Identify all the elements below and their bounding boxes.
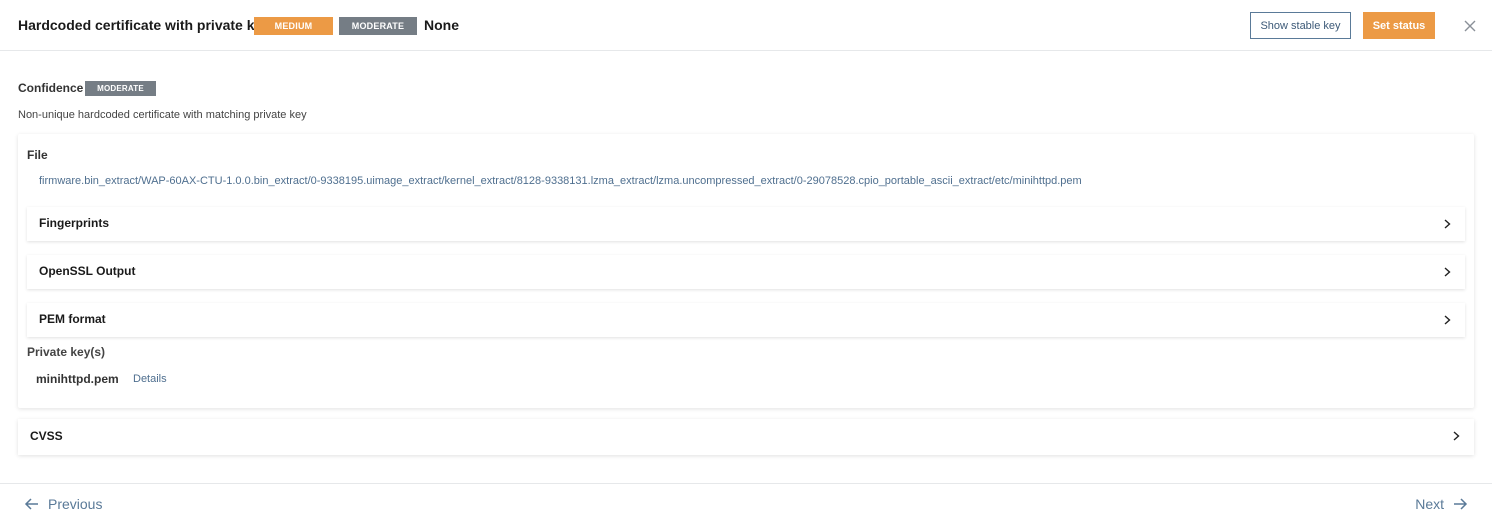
private-keys-label: Private key(s) — [27, 345, 106, 359]
previous-label: Previous — [48, 496, 103, 512]
status-text: None — [424, 17, 459, 33]
arrow-left-icon — [24, 498, 38, 510]
severity-badge: MEDIUM — [254, 17, 333, 35]
next-label: Next — [1415, 496, 1444, 512]
file-label: File — [27, 148, 48, 162]
chevron-right-icon — [1444, 219, 1451, 229]
section-label: Fingerprints — [39, 216, 110, 230]
private-key-details-link[interactable]: Details — [133, 373, 167, 385]
fingerprints-section[interactable]: Fingerprints — [27, 207, 1465, 241]
arrow-right-icon — [1454, 498, 1468, 510]
confidence-level-badge: MODERATE — [85, 81, 156, 96]
details-card: File firmware.bin_extract/WAP-60AX-CTU-1… — [18, 134, 1474, 408]
chevron-right-icon — [1444, 315, 1451, 325]
file-path-link[interactable]: firmware.bin_extract/WAP-60AX-CTU-1.0.0.… — [39, 175, 1082, 187]
show-stable-key-button[interactable]: Show stable key — [1250, 12, 1351, 39]
close-icon[interactable] — [1462, 18, 1478, 34]
finding-header: Hardcoded certificate with private key M… — [0, 0, 1492, 51]
pem-format-section[interactable]: PEM format — [27, 303, 1465, 337]
finding-description: Non-unique hardcoded certificate with ma… — [18, 109, 307, 121]
cvss-section[interactable]: CVSS — [18, 419, 1474, 455]
chevron-right-icon — [1453, 431, 1460, 441]
confidence-badge: MODERATE — [339, 17, 417, 35]
section-label: OpenSSL Output — [39, 264, 136, 278]
openssl-output-section[interactable]: OpenSSL Output — [27, 255, 1465, 289]
confidence-label: Confidence — [18, 81, 84, 95]
private-key-name: minihttpd.pem — [36, 372, 119, 386]
previous-button[interactable]: Previous — [24, 496, 102, 512]
pager-footer: Previous Next — [0, 483, 1492, 527]
finding-title: Hardcoded certificate with private key — [18, 17, 271, 33]
set-status-button[interactable]: Set status — [1363, 12, 1435, 39]
cvss-label: CVSS — [30, 429, 63, 443]
next-button[interactable]: Next — [1415, 496, 1468, 512]
chevron-right-icon — [1444, 267, 1451, 277]
section-label: PEM format — [39, 312, 106, 326]
